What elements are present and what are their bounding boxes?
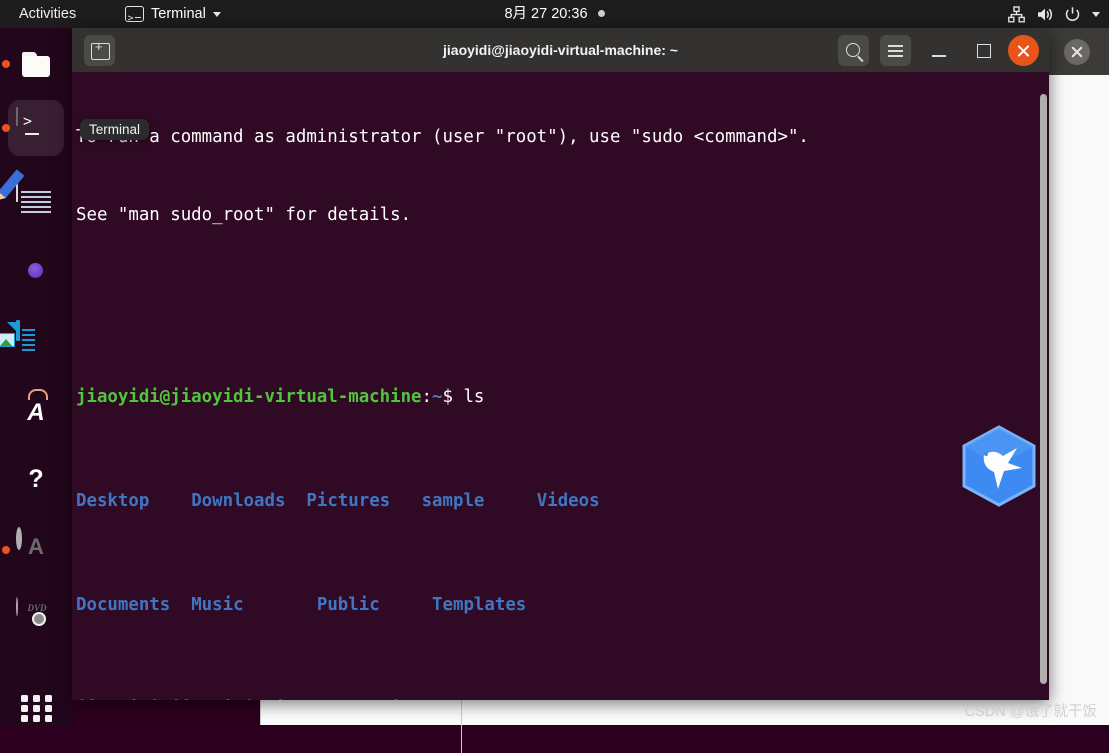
dvd-icon: DVD xyxy=(16,597,47,616)
top-bar: Activities Terminal 8月 27 20:36 xyxy=(0,0,1109,33)
dock-item-software-updater[interactable] xyxy=(2,522,64,578)
terminal-scrollbar[interactable] xyxy=(1040,72,1047,700)
minimize-icon xyxy=(932,55,946,57)
software-updater-icon xyxy=(16,527,22,550)
system-status-area[interactable] xyxy=(1008,0,1100,28)
terminal-line: jiaoyidi@jiaoyidi-virtual-machine:~$ ls … xyxy=(76,696,1035,700)
dock: A DVD xyxy=(0,28,72,725)
minimize-button[interactable] xyxy=(924,35,955,66)
clock-button[interactable]: 8月 27 20:36 xyxy=(0,0,1109,28)
terminal-body[interactable]: To run a command as administrator (user … xyxy=(72,72,1049,700)
terminal-line: To run a command as administrator (user … xyxy=(76,127,809,147)
new-tab-icon xyxy=(91,39,110,60)
terminal-line: Documents Music Public Templates xyxy=(76,595,527,615)
dock-item-files[interactable] xyxy=(2,36,64,92)
running-indicator-icon xyxy=(2,60,10,68)
terminal-icon xyxy=(16,107,18,126)
clock-label: 8月 27 20:36 xyxy=(504,6,588,22)
csdn-watermark: CSDN @饿了就干饭 xyxy=(964,704,1097,720)
dock-item-help[interactable] xyxy=(8,454,64,510)
power-icon xyxy=(1064,6,1081,23)
close-button[interactable] xyxy=(1008,35,1039,66)
terminal-tooltip: Terminal xyxy=(80,119,150,140)
hamburger-icon xyxy=(888,45,903,47)
terminal-output: To run a command as administrator (user … xyxy=(76,72,1035,700)
dock-item-terminal[interactable] xyxy=(2,100,64,156)
libreoffice-writer-icon xyxy=(0,320,35,351)
maximize-button[interactable] xyxy=(968,35,999,66)
dock-item-show-applications[interactable] xyxy=(8,680,64,736)
notification-dot-icon xyxy=(597,10,605,17)
terminal-titlebar[interactable]: jiaoyidi@jiaoyidi-virtual-machine: ~ xyxy=(72,28,1049,73)
dock-item-ubuntu-software[interactable]: A xyxy=(8,386,64,442)
terminal-line: jiaoyidi@jiaoyidi-virtual-machine:~$ ls xyxy=(76,387,485,407)
menu-button[interactable] xyxy=(880,35,911,66)
maximize-icon xyxy=(977,44,991,58)
new-tab-button[interactable] xyxy=(84,35,115,66)
text-editor-icon xyxy=(0,169,51,213)
search-icon xyxy=(846,43,860,57)
dock-item-firefox[interactable] xyxy=(8,244,64,300)
dock-item-libreoffice-writer[interactable] xyxy=(0,314,64,370)
hummingbird-hexagon-icon xyxy=(960,425,1038,507)
terminal-line: See "man sudo_root" for details. xyxy=(76,205,412,225)
network-icon xyxy=(1008,5,1025,23)
chevron-down-icon xyxy=(1092,11,1100,17)
dock-item-dvd[interactable]: DVD xyxy=(8,590,64,646)
close-icon[interactable] xyxy=(1064,39,1090,65)
running-indicator-icon xyxy=(2,546,10,554)
background-window-sidebar-divider xyxy=(461,700,462,753)
terminal-window[interactable]: jiaoyidi@jiaoyidi-virtual-machine: ~ To … xyxy=(72,28,1049,700)
running-indicator-icon xyxy=(2,124,10,132)
dock-item-text-editor[interactable] xyxy=(0,169,64,232)
volume-icon xyxy=(1036,6,1053,23)
search-button[interactable] xyxy=(838,35,869,66)
terminal-line: Desktop Downloads Pictures sample Videos xyxy=(76,491,600,511)
